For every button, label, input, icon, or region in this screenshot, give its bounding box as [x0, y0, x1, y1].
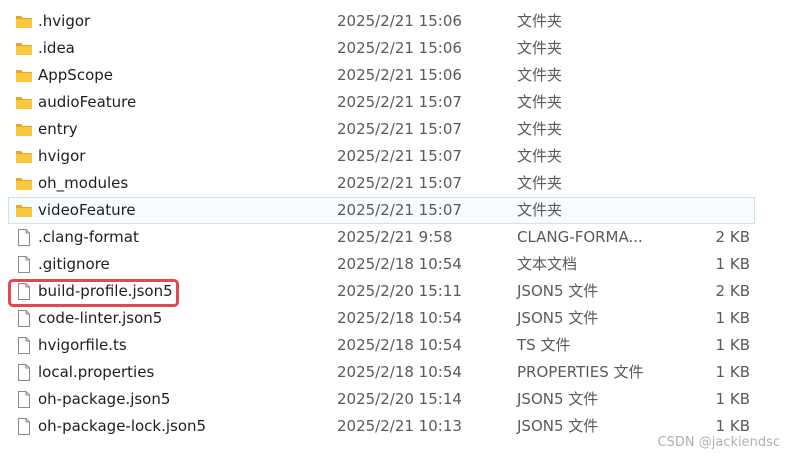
watermark: CSDN @jackiendsc	[657, 435, 780, 450]
folder-icon	[15, 148, 33, 165]
file-name: oh-package.json5	[38, 390, 171, 408]
folder-icon	[15, 175, 33, 192]
file-date: 2025/2/18 10:54	[337, 336, 462, 354]
file-date: 2025/2/21 15:06	[337, 39, 462, 57]
file-row[interactable]: audioFeature 2025/2/21 15:07 文件夹	[0, 89, 792, 116]
file-name: videoFeature	[38, 201, 136, 219]
folder-icon	[15, 94, 33, 111]
file-row[interactable]: hvigorfile.ts 2025/2/18 10:54 TS 文件 1 KB	[0, 332, 792, 359]
file-row[interactable]: AppScope 2025/2/21 15:06 文件夹	[0, 62, 792, 89]
file-type: 文件夹	[517, 12, 563, 30]
file-type: PROPERTIES 文件	[517, 363, 644, 381]
file-icon	[15, 310, 33, 327]
file-name: AppScope	[38, 66, 113, 84]
file-list: .hvigor 2025/2/21 15:06 文件夹 .idea 2025/2/21 …	[0, 8, 792, 440]
folder-icon	[15, 13, 33, 30]
file-icon	[15, 418, 33, 435]
file-name: code-linter.json5	[38, 309, 163, 327]
file-date: 2025/2/18 10:54	[337, 309, 462, 327]
file-row[interactable]: local.properties 2025/2/18 10:54 PROPERTIE…	[0, 359, 792, 386]
file-name: .gitignore	[38, 255, 110, 273]
file-date: 2025/2/21 15:07	[337, 120, 462, 138]
file-date: 2025/2/21 15:07	[337, 93, 462, 111]
file-type: 文件夹	[517, 201, 563, 219]
file-date: 2025/2/21 9:58	[337, 228, 453, 246]
file-type: 文本文档	[517, 255, 578, 273]
file-name: oh-package-lock.json5	[38, 417, 207, 435]
file-name: local.properties	[38, 363, 155, 381]
folder-icon	[15, 67, 33, 84]
file-icon	[15, 256, 33, 273]
file-size: 2 KB	[715, 282, 750, 300]
file-icon	[15, 391, 33, 408]
folder-icon	[15, 202, 33, 219]
file-icon	[15, 337, 33, 354]
file-size: 1 KB	[715, 309, 750, 327]
file-size: 1 KB	[715, 390, 750, 408]
file-type: JSON5 文件	[517, 390, 599, 408]
file-name: audioFeature	[38, 93, 137, 111]
file-row[interactable]: build-profile.json5 2025/2/20 15:11 JSON5 …	[0, 278, 792, 307]
file-type: JSON5 文件	[517, 417, 599, 435]
file-row[interactable]: entry 2025/2/21 15:07 文件夹	[0, 116, 792, 143]
file-name: .idea	[38, 39, 75, 57]
file-row[interactable]: oh-package.json5 2025/2/20 15:14 JSON5 文件 1…	[0, 386, 792, 413]
file-row[interactable]: .clang-format 2025/2/21 9:58 CLANG-FORMA..…	[0, 224, 792, 251]
file-type: 文件夹	[517, 39, 563, 57]
file-type: TS 文件	[517, 336, 571, 354]
file-row[interactable]: hvigor 2025/2/21 15:07 文件夹	[0, 143, 792, 170]
file-type: 文件夹	[517, 120, 563, 138]
file-size: 1 KB	[715, 255, 750, 273]
file-size: 2 KB	[715, 228, 750, 246]
file-type: 文件夹	[517, 66, 563, 84]
file-row[interactable]: .hvigor 2025/2/21 15:06 文件夹	[0, 8, 792, 35]
file-name: hvigorfile.ts	[38, 336, 127, 354]
file-type: JSON5 文件	[517, 282, 599, 300]
file-date: 2025/2/18 10:54	[337, 255, 462, 273]
file-date: 2025/2/18 10:54	[337, 363, 462, 381]
file-date: 2025/2/21 15:07	[337, 201, 462, 219]
folder-icon	[15, 40, 33, 57]
file-row[interactable]: code-linter.json5 2025/2/18 10:54 JSON5 文件…	[0, 305, 792, 332]
file-name: .clang-format	[38, 228, 139, 246]
file-name: .hvigor	[38, 12, 91, 30]
file-type: 文件夹	[517, 147, 563, 165]
file-row[interactable]: .gitignore 2025/2/18 10:54 文本文档 1 KB	[0, 251, 792, 278]
folder-icon	[15, 121, 33, 138]
file-size: 1 KB	[715, 363, 750, 381]
file-type: CLANG-FORMA...	[517, 228, 643, 246]
file-type: 文件夹	[517, 93, 563, 111]
file-row[interactable]: .idea 2025/2/21 15:06 文件夹	[0, 35, 792, 62]
file-date: 2025/2/21 15:07	[337, 174, 462, 192]
file-name: entry	[38, 120, 78, 138]
file-name: hvigor	[38, 147, 86, 165]
file-row[interactable]: oh_modules 2025/2/21 15:07 文件夹	[0, 170, 792, 197]
file-type: JSON5 文件	[517, 309, 599, 327]
file-date: 2025/2/21 10:13	[337, 417, 462, 435]
file-date: 2025/2/21 15:06	[337, 66, 462, 84]
file-date: 2025/2/20 15:14	[337, 390, 462, 408]
file-icon	[15, 364, 33, 381]
highlight-annotation-box	[8, 279, 179, 307]
file-type: 文件夹	[517, 174, 563, 192]
file-date: 2025/2/21 15:06	[337, 12, 462, 30]
file-name: oh_modules	[38, 174, 129, 192]
file-row[interactable]: videoFeature 2025/2/21 15:07 文件夹	[0, 197, 792, 224]
file-date: 2025/2/20 15:11	[337, 282, 462, 300]
file-date: 2025/2/21 15:07	[337, 147, 462, 165]
file-size: 1 KB	[715, 336, 750, 354]
file-icon	[15, 229, 33, 246]
